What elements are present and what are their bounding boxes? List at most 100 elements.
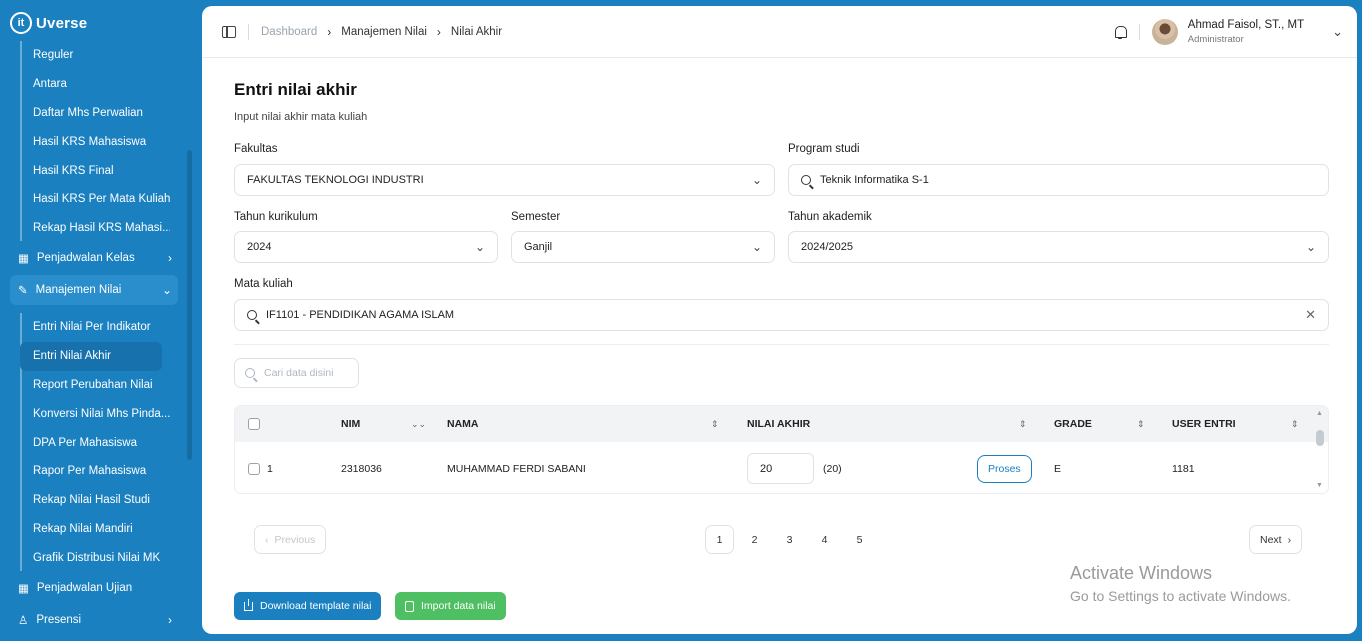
chevron-right-icon: › bbox=[1287, 533, 1292, 546]
chevron-down-icon: ⌄ bbox=[1305, 240, 1316, 254]
sidebar-item-report-perubahan-nilai[interactable]: Report Perubahan Nilai bbox=[20, 371, 170, 400]
search-icon bbox=[245, 368, 255, 378]
matkul-value: IF1101 - PENDIDIKAN AGAMA ISLAM bbox=[266, 309, 455, 321]
sidebar-item-dpa-per-mahasiswa[interactable]: DPA Per Mahasiswa bbox=[20, 428, 170, 457]
header-grade[interactable]: GRADE bbox=[1054, 406, 1092, 442]
page-3[interactable]: 3 bbox=[775, 525, 804, 554]
sidebar-item-entri-nilai-akhir[interactable]: Entri Nilai Akhir bbox=[20, 341, 162, 371]
sidebar-item-daftar-mhs-perwalian[interactable]: Daftar Mhs Perwalian bbox=[20, 99, 170, 128]
edit-icon: ✎ bbox=[18, 285, 28, 297]
sidebar-item-rekap-nilai-hasil-studi[interactable]: Rekap Nilai Hasil Studi bbox=[20, 486, 170, 515]
sidebar-scrollbar[interactable] bbox=[187, 150, 192, 460]
proses-button-cell: Proses bbox=[977, 442, 1032, 493]
sidebar-item-rekap-nilai-mandiri[interactable]: Rekap Nilai Mandiri bbox=[20, 515, 170, 544]
sidebar-group-penjadwalan-ujian[interactable]: ▦ Penjadwalan Ujian bbox=[10, 573, 178, 603]
search-icon bbox=[801, 175, 811, 185]
breadcrumb-manajemen-nilai[interactable]: Manajemen Nilai bbox=[341, 26, 427, 38]
akademik-select[interactable]: 2024/2025 ⌄ bbox=[788, 231, 1329, 263]
sidebar-group-presensi[interactable]: ♙ Presensi › bbox=[10, 605, 178, 635]
sidebar-item-reguler[interactable]: Reguler bbox=[20, 41, 170, 70]
search-input[interactable]: Cari data disini bbox=[234, 358, 359, 388]
row-grade: E bbox=[1054, 462, 1062, 475]
page-1[interactable]: 1 bbox=[705, 525, 734, 554]
sidebar-item-rekap-hasil-krs[interactable]: Rekap Hasil KRS Mahasi... bbox=[20, 214, 170, 243]
topbar: Dashboard › Manajemen Nilai › Nilai Akhi… bbox=[202, 6, 1357, 58]
header-nim[interactable]: NIM bbox=[341, 406, 360, 442]
sidebar-item-konversi-nilai[interactable]: Konversi Nilai Mhs Pinda... bbox=[20, 399, 170, 428]
kurikulum-value: 2024 bbox=[247, 241, 272, 253]
sort-icon[interactable]: ⇕ bbox=[1291, 406, 1299, 442]
user-info[interactable]: Ahmad Faisol, ST., MT Administrator bbox=[1188, 19, 1304, 45]
sidebar-toggle-icon[interactable] bbox=[222, 25, 236, 38]
page-2[interactable]: 2 bbox=[740, 525, 769, 554]
kurikulum-select[interactable]: 2024 ⌄ bbox=[234, 231, 498, 263]
header-user-entri[interactable]: USER ENTRI bbox=[1172, 406, 1236, 442]
prodi-label: Program studi bbox=[788, 143, 860, 155]
sidebar-item-hasil-krs-final[interactable]: Hasil KRS Final bbox=[20, 156, 170, 185]
prodi-search-select[interactable]: Teknik Informatika S-1 bbox=[788, 164, 1329, 196]
scroll-up-icon[interactable]: ▲ bbox=[1316, 410, 1323, 417]
akademik-value: 2024/2025 bbox=[801, 241, 853, 253]
download-template-button[interactable]: Download template nilai bbox=[234, 592, 382, 620]
sidebar-group-label: Manajemen Nilai bbox=[35, 284, 122, 296]
sort-icon[interactable]: ⇕ bbox=[1019, 406, 1027, 442]
logo-text: Uverse bbox=[36, 14, 88, 32]
user-role: Administrator bbox=[1187, 33, 1244, 45]
page-4[interactable]: 4 bbox=[810, 525, 839, 554]
row-nama: MUHAMMAD FERDI SABANI bbox=[447, 462, 586, 475]
next-button[interactable]: Next › bbox=[1249, 525, 1303, 554]
bell-icon[interactable] bbox=[1113, 25, 1127, 39]
pagination: ‹ Previous 1 2 3 4 5 Next › bbox=[234, 525, 1329, 555]
sidebar-group-label: Penjadwalan Ujian bbox=[36, 582, 133, 594]
app-logo[interactable]: it Uverse bbox=[10, 12, 87, 34]
matkul-label: Mata kuliah bbox=[234, 278, 293, 290]
matkul-search-select[interactable]: IF1101 - PENDIDIKAN AGAMA ISLAM ✕ bbox=[234, 299, 1329, 331]
sidebar-item-grafik-distribusi[interactable]: Grafik Distribusi Nilai MK bbox=[20, 543, 170, 572]
chevron-down-icon: ⌄ bbox=[474, 240, 485, 254]
akademik-label: Tahun akademik bbox=[788, 211, 872, 223]
sidebar-group-penjadwalan-kelas[interactable]: ▦ Penjadwalan Kelas › bbox=[10, 243, 178, 273]
import-data-button[interactable]: Import data nilai bbox=[395, 592, 506, 620]
table-scrollbar[interactable]: ▲ ▼ bbox=[1316, 410, 1324, 490]
close-icon[interactable]: ✕ bbox=[1305, 307, 1316, 323]
row-checkbox[interactable] bbox=[248, 442, 260, 493]
fakultas-select[interactable]: FAKULTAS TEKNOLOGI INDUSTRI ⌄ bbox=[234, 164, 775, 196]
row-number: 1 bbox=[267, 462, 273, 475]
sidebar-item-hasil-krs-per-matkul[interactable]: Hasil KRS Per Mata Kuliah bbox=[20, 185, 170, 214]
scroll-down-icon[interactable]: ▼ bbox=[1316, 482, 1323, 489]
sort-icon[interactable]: ⇕ bbox=[1137, 406, 1145, 442]
user-name: Ahmad Faisol, ST., MT bbox=[1187, 18, 1305, 31]
breadcrumb-dashboard[interactable]: Dashboard bbox=[261, 26, 317, 38]
nilai-input[interactable]: 20 bbox=[747, 453, 814, 484]
sidebar: it Uverse Reguler Antara Daftar Mhs Perw… bbox=[0, 0, 200, 641]
import-icon bbox=[405, 600, 414, 612]
sidebar-item-hasil-krs-mahasiswa[interactable]: Hasil KRS Mahasiswa bbox=[20, 127, 170, 156]
logo-icon: it bbox=[10, 12, 32, 34]
sort-desc-icon[interactable]: ⌄⌄ bbox=[411, 406, 426, 442]
avatar[interactable] bbox=[1151, 18, 1178, 45]
previous-button[interactable]: ‹ Previous bbox=[254, 525, 327, 554]
page-content: Entri nilai akhir Input nilai akhir mata… bbox=[234, 80, 1329, 620]
submenu-krs: Reguler Antara Daftar Mhs Perwalian Hasi… bbox=[20, 41, 170, 243]
grades-table: NIM ⌄⌄ NAMA ⇕ NILAI AKHIR ⇕ GRADE ⇕ USER… bbox=[234, 405, 1329, 494]
chevron-down-icon[interactable]: ⌄ bbox=[1332, 24, 1343, 40]
sidebar-item-rapor-per-mahasiswa[interactable]: Rapor Per Mahasiswa bbox=[20, 457, 170, 486]
chevron-right-icon: › bbox=[327, 24, 332, 39]
sidebar-group-label: Penjadwalan Kelas bbox=[36, 252, 135, 264]
sidebar-item-antara[interactable]: Antara bbox=[20, 70, 170, 99]
proses-button[interactable]: Proses bbox=[977, 454, 1032, 483]
semester-value: Ganjil bbox=[524, 241, 553, 253]
fakultas-label: Fakultas bbox=[234, 143, 278, 155]
sidebar-group-manajemen-nilai[interactable]: ✎ Manajemen Nilai ⌄ bbox=[10, 275, 178, 305]
sidebar-item-entri-nilai-per-indikator[interactable]: Entri Nilai Per Indikator bbox=[20, 313, 170, 342]
chevron-right-icon: › bbox=[168, 613, 172, 627]
scroll-thumb[interactable] bbox=[1316, 430, 1324, 446]
header-nilai-akhir[interactable]: NILAI AKHIR bbox=[747, 406, 810, 442]
select-all-checkbox[interactable] bbox=[248, 406, 260, 442]
header-nama[interactable]: NAMA bbox=[447, 406, 479, 442]
semester-select[interactable]: Ganjil ⌄ bbox=[511, 231, 775, 263]
download-icon bbox=[244, 598, 253, 611]
sort-icon[interactable]: ⇕ bbox=[711, 406, 719, 442]
page-5[interactable]: 5 bbox=[845, 525, 874, 554]
search-icon bbox=[247, 310, 257, 320]
